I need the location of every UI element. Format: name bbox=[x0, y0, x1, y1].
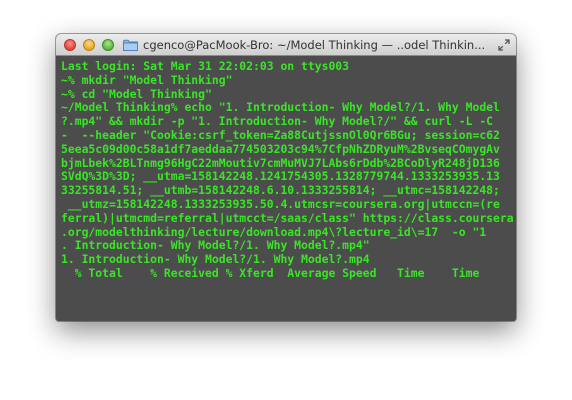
terminal-line: Last login: Sat Mar 31 22:02:03 on ttys0… bbox=[61, 59, 350, 73]
terminal-line: - --header "Cookie:csrf_token=Za88Cutjss… bbox=[61, 127, 500, 142]
minimize-button[interactable] bbox=[83, 39, 95, 51]
terminal-line: ferral)|utmcmd=referral|utmcct=/saas/cla… bbox=[61, 210, 514, 225]
terminal-line: 33255814.51; __utmb=158142248.6.10.13332… bbox=[61, 183, 500, 198]
terminal-line: __utmz=158142248.1333253935.50.4.utmcsr=… bbox=[61, 196, 500, 211]
fullscreen-icon[interactable] bbox=[498, 39, 510, 51]
terminal-line: . Introduction- Why Model?/1. Why Model?… bbox=[61, 238, 370, 253]
zoom-button[interactable] bbox=[102, 39, 114, 51]
terminal-window: cgenco@PacMook-Bro: ~/Model Thinking — .… bbox=[56, 34, 516, 321]
folder-icon bbox=[123, 39, 138, 51]
curl-progress-header: % Total % Received % Xferd Average Speed… bbox=[61, 265, 480, 280]
terminal-line: ~% mkdir "Model Thinking" bbox=[61, 72, 233, 87]
terminal-line: SVdQ%3D%3D; __utma=158142248.1241754305.… bbox=[61, 169, 500, 184]
terminal-line: ~% cd "Model Thinking" bbox=[61, 86, 212, 101]
close-button[interactable] bbox=[64, 39, 76, 51]
title-bar[interactable]: cgenco@PacMook-Bro: ~/Model Thinking — .… bbox=[56, 34, 516, 56]
terminal-line: ~/Model Thinking% echo "1. Introduction-… bbox=[61, 100, 500, 115]
terminal-line: 5eea5c09d00c58a1df7aeddaa774503203c94%7C… bbox=[61, 141, 500, 156]
terminal-line: ?.mp4" && mkdir -p "1. Introduction- Why… bbox=[61, 114, 494, 129]
terminal-line: .org/modelthinking/lecture/download.mp4\… bbox=[61, 224, 487, 239]
terminal-output[interactable]: Last login: Sat Mar 31 22:02:03 on ttys0… bbox=[56, 56, 516, 321]
terminal-line: 1. Introduction- Why Model?/1. Why Model… bbox=[61, 252, 370, 267]
window-title: cgenco@PacMook-Bro: ~/Model Thinking — .… bbox=[143, 38, 486, 52]
terminal-line: bjmLbek%2BLTnmg96HgC22mMoutiv7cmMuMVJ7LA… bbox=[61, 155, 500, 170]
